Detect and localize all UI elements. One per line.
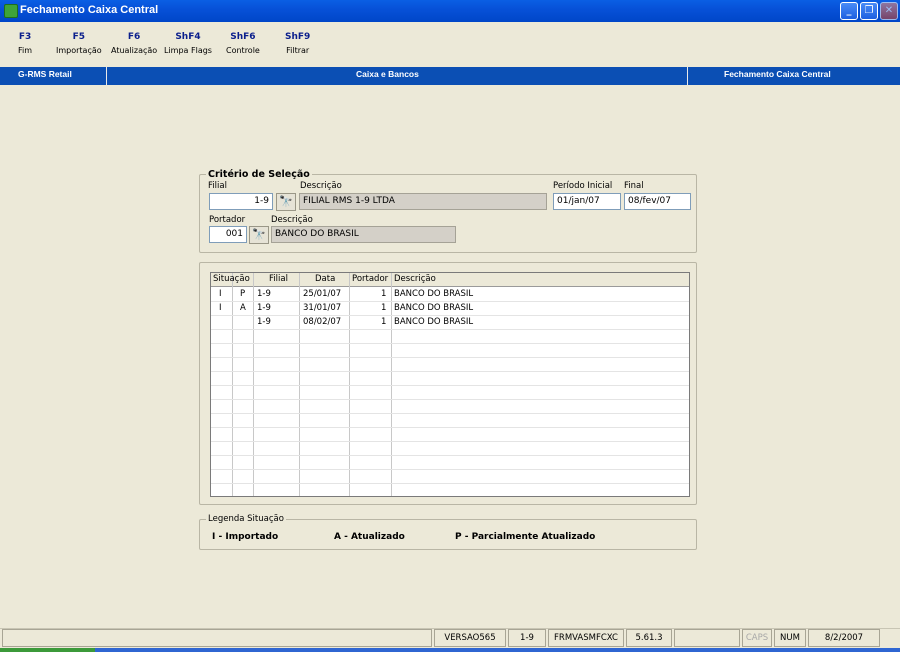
header-divider (106, 67, 107, 85)
row-divider (211, 483, 689, 484)
selection-criteria-title: Critério de Seleção (206, 169, 312, 180)
column-header-portador[interactable]: Portador (352, 274, 388, 284)
column-header-filial[interactable]: Filial (269, 274, 288, 284)
filial-cell: 1-9 (257, 303, 271, 313)
portador-label: Portador (209, 215, 246, 225)
toolbar-key: ShF9 (285, 32, 311, 42)
portador-cell: 1 (381, 289, 387, 299)
situacao-flag-2: P (240, 289, 246, 299)
row-divider (211, 329, 689, 330)
status-release: 5.61.3 (626, 629, 672, 647)
toolbar-key: F3 (18, 32, 32, 42)
status-message-panel (2, 629, 432, 647)
row-divider (211, 315, 689, 316)
portador-descricao-field: BANCO DO BRASIL (271, 226, 456, 243)
column-header-situacao[interactable]: Situação (213, 274, 250, 284)
module-name: Caixa e Bancos (356, 69, 419, 79)
filial-search-button[interactable]: 🔭 (276, 193, 296, 211)
filial-input[interactable]: 1-9 (209, 193, 273, 210)
header-band: G-RMS Retail Caixa e Bancos Fechamento C… (0, 67, 900, 85)
descricao-cell: BANCO DO BRASIL (394, 289, 474, 299)
binoculars-icon: 🔭 (279, 195, 293, 208)
periodo-inicial-label: Período Inicial (553, 181, 613, 191)
title-bar: Fechamento Caixa Central _ ❐ ✕ (0, 0, 900, 22)
descricao-cell: BANCO DO BRASIL (394, 303, 474, 313)
row-divider (211, 343, 689, 344)
toolbar-item-filtrar[interactable]: ShF9 Filtrar (285, 32, 310, 55)
filial-descricao-field: FILIAL RMS 1-9 LTDA (299, 193, 547, 210)
filial-label: Filial (208, 181, 227, 191)
toolbar-key: ShF6 (230, 32, 256, 42)
data-cell: 31/01/07 (303, 303, 342, 313)
column-header-descricao[interactable]: Descrição (394, 274, 436, 284)
legend-parcial: P - Parcialmente Atualizado (455, 532, 596, 542)
situacao-flag-1: I (219, 289, 222, 299)
legend-title: Legenda Situação (206, 514, 286, 524)
row-divider (211, 413, 689, 414)
status-empty-panel (674, 629, 740, 647)
toolbar-key: F6 (127, 32, 141, 42)
descricao-cell: BANCO DO BRASIL (394, 317, 474, 327)
toolbar-label: Filtrar (286, 46, 310, 55)
toolbar-label: Atualização (111, 46, 158, 55)
legend-atualizado: A - Atualizado (334, 532, 405, 542)
start-button-edge[interactable] (0, 648, 95, 652)
filial-descricao-label: Descrição (300, 181, 342, 191)
minimize-button[interactable]: _ (840, 2, 858, 20)
portador-input[interactable]: 001 (209, 226, 247, 243)
status-caps: CAPS (742, 629, 772, 647)
row-divider (211, 455, 689, 456)
legend-importado: I - Importado (212, 532, 279, 542)
toolbar-key: F5 (72, 32, 86, 42)
portador-cell: 1 (381, 317, 387, 327)
periodo-inicial-input[interactable]: 01/jan/07 (553, 193, 621, 210)
status-num: NUM (774, 629, 806, 647)
toolbar-label: Fim (18, 46, 33, 55)
status-filial: 1-9 (508, 629, 546, 647)
toolbar-item-importacao[interactable]: F5 Importação (56, 32, 102, 55)
row-divider (211, 427, 689, 428)
portador-cell: 1 (381, 303, 387, 313)
header-divider (687, 67, 688, 85)
portador-search-button[interactable]: 🔭 (249, 226, 269, 244)
toolbar-item-limpa-flags[interactable]: ShF4 Limpa Flags (164, 32, 212, 55)
status-program: FRMVASMFCXC (548, 629, 624, 647)
data-cell: 08/02/07 (303, 317, 342, 327)
toolbar-label: Controle (226, 46, 260, 55)
window-title: Fechamento Caixa Central (20, 4, 159, 16)
binoculars-icon: 🔭 (252, 228, 266, 241)
toolbar-item-fim[interactable]: F3 Fim (18, 32, 32, 55)
final-label: Final (624, 181, 644, 191)
system-name: G-RMS Retail (18, 69, 72, 79)
close-button[interactable]: ✕ (880, 2, 898, 20)
toolbar-item-atualizacao[interactable]: F6 Atualização (111, 32, 157, 55)
taskbar-strip (0, 648, 900, 652)
function-key-toolbar: F3 Fim F5 Importação F6 Atualização ShF4… (0, 22, 900, 67)
row-divider (211, 469, 689, 470)
status-version: VERSAO565 (434, 629, 506, 647)
column-header-data[interactable]: Data (315, 274, 335, 284)
toolbar-label: Importação (56, 46, 102, 55)
filial-cell: 1-9 (257, 289, 271, 299)
screen-name: Fechamento Caixa Central (724, 69, 831, 79)
results-grid[interactable]: Situação Filial Data Portador Descrição … (210, 272, 690, 497)
status-date: 8/2/2007 (808, 629, 880, 647)
row-divider (211, 441, 689, 442)
row-divider (211, 399, 689, 400)
periodo-final-input[interactable]: 08/fev/07 (624, 193, 691, 210)
row-divider (211, 371, 689, 372)
portador-descricao-label: Descrição (271, 215, 313, 225)
filial-cell: 1-9 (257, 317, 271, 327)
toolbar-label: Limpa Flags (164, 46, 212, 55)
row-divider (211, 301, 689, 302)
situacao-flag-2: A (240, 303, 246, 313)
toolbar-key: ShF4 (175, 32, 201, 42)
restore-button[interactable]: ❐ (860, 2, 878, 20)
data-cell: 25/01/07 (303, 289, 342, 299)
row-divider (211, 357, 689, 358)
app-icon[interactable] (4, 4, 18, 18)
toolbar-item-controle[interactable]: ShF6 Controle (226, 32, 260, 55)
row-divider (211, 385, 689, 386)
situacao-flag-1: I (219, 303, 222, 313)
